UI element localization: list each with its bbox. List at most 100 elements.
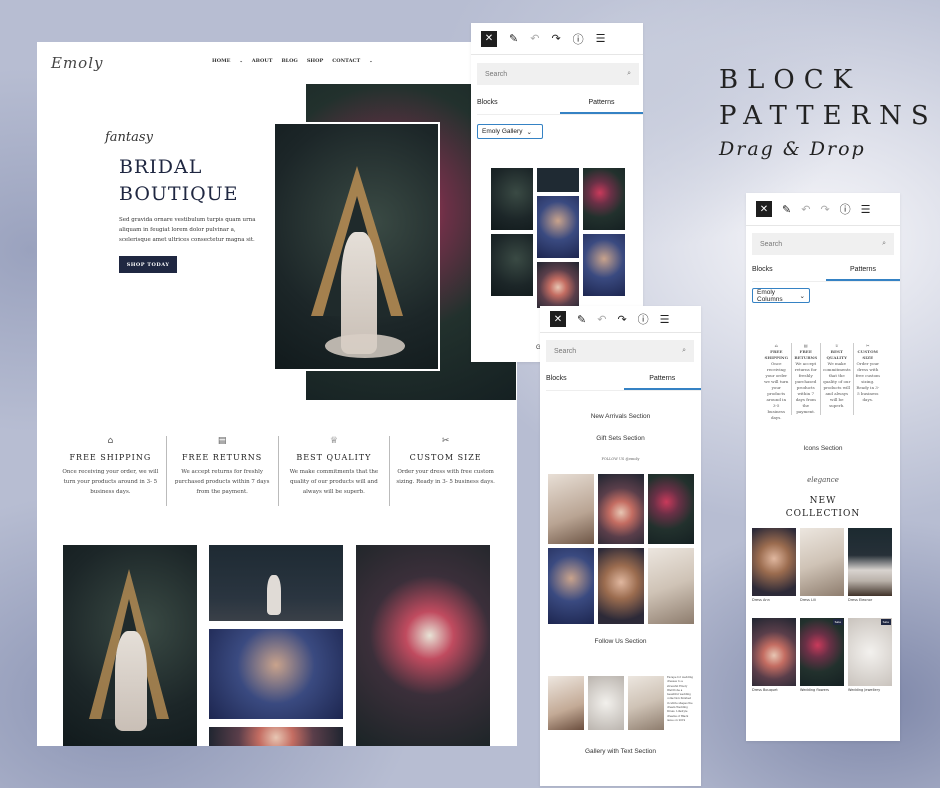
- search-icon: ⌕: [882, 240, 886, 247]
- inserter-tabs: Blocks Patterns: [546, 375, 701, 391]
- hero-main-image: [273, 122, 440, 371]
- feature-description: Order your dress with free custom sizing…: [396, 469, 495, 485]
- search-placeholder: Search: [760, 240, 783, 248]
- undo-icon[interactable]: ↶: [801, 203, 810, 216]
- feature-custom-size: ✂ CUSTOM SIZE Order your dress with free…: [390, 436, 501, 506]
- undo-icon[interactable]: ↶: [597, 313, 606, 326]
- icons-column-text: We accept returns for freshly purchased …: [794, 361, 817, 414]
- tab-patterns[interactable]: Patterns: [826, 266, 900, 281]
- list-view-icon[interactable]: ☰: [660, 313, 670, 326]
- tab-patterns[interactable]: Patterns: [560, 99, 643, 114]
- new-collection-pattern-preview[interactable]: Dress Ann Dress Lili Dress Eleonor Sale …: [752, 528, 898, 708]
- pattern-gift-sets[interactable]: Gift Sets Section: [540, 435, 701, 442]
- gallery-with-text-pattern-preview[interactable]: Escape for wedding dresses to a stressfu…: [548, 676, 694, 732]
- search-input[interactable]: Search ⌕: [752, 233, 894, 255]
- product-image: [752, 528, 796, 596]
- feature-free-shipping: ⌂ FREE SHIPPING Once receiving your orde…: [55, 436, 167, 506]
- redo-icon[interactable]: ↷: [551, 32, 560, 45]
- heading-line-1: BLOCK: [719, 65, 862, 95]
- box-icon: ▤: [217, 436, 227, 446]
- chevron-down-icon: ⌄: [239, 58, 243, 63]
- search-placeholder: Search: [485, 70, 508, 78]
- nav-contact[interactable]: CONTACT: [332, 58, 360, 64]
- follow-us-pattern-preview[interactable]: [548, 474, 694, 624]
- pencil-icon[interactable]: ✎: [782, 203, 791, 216]
- gallery-image-bouquet: [209, 629, 343, 719]
- trophy-icon: ♕: [329, 436, 338, 446]
- preview-image: [583, 168, 625, 230]
- nav-home[interactable]: HOME: [212, 58, 230, 64]
- sale-badge: Sale: [832, 619, 843, 625]
- icons-column: ✂ CUSTOM SIZE Order your dress with free…: [854, 343, 883, 415]
- tab-patterns[interactable]: Patterns: [623, 375, 701, 390]
- feature-title: BEST QUALITY: [296, 453, 372, 462]
- tab-blocks[interactable]: Blocks: [477, 99, 560, 114]
- preview-image: [491, 234, 533, 296]
- feature-description: We make commitments that the quality of …: [289, 469, 379, 495]
- redo-icon[interactable]: ↷: [617, 313, 626, 326]
- pattern-new-arrivals[interactable]: New Arrivals Section: [540, 413, 701, 420]
- chevron-down-icon: ⌄: [526, 128, 532, 136]
- preview-image: [537, 262, 579, 308]
- gallery-text: Escape for wedding dresses to a stressfu…: [667, 676, 694, 722]
- editor-toolbar: ✕ ✎ ↶ ↷ ⓘ ☰: [540, 306, 701, 333]
- icons-column-text: Once receiving your order we will turn y…: [764, 361, 789, 420]
- icons-column-title: FREE SHIPPING: [764, 349, 789, 360]
- tab-blocks[interactable]: Blocks: [752, 266, 826, 281]
- follow-us-caption: FOLLOW US @emoly: [601, 457, 640, 461]
- gallery-pattern-preview[interactable]: [491, 168, 629, 308]
- icons-column: ♕ BEST QUALITY We make commitments that …: [821, 343, 854, 415]
- icons-column: ⌂ FREE SHIPPING Once receiving your orde…: [762, 343, 792, 420]
- search-icon: ⌕: [627, 70, 631, 77]
- pattern-category-select[interactable]: Emoly Columns ⌄: [752, 288, 810, 303]
- preview-image: [583, 234, 625, 296]
- heading-line-2: PATTERNS: [719, 101, 938, 131]
- promo-heading: BLOCK PATTERNS Drag & Drop: [719, 62, 938, 160]
- product-image: Sale: [800, 618, 844, 686]
- feature-title: FREE RETURNS: [182, 453, 263, 462]
- pattern-follow-us[interactable]: Follow Us Section: [540, 638, 701, 645]
- gallery-image-flowers: [209, 727, 343, 746]
- icons-pattern-preview[interactable]: ⌂ FREE SHIPPING Once receiving your orde…: [762, 343, 883, 420]
- info-icon[interactable]: ⓘ: [638, 311, 649, 327]
- close-icon[interactable]: ✕: [481, 30, 497, 47]
- redo-icon[interactable]: ↷: [820, 203, 829, 216]
- list-view-icon[interactable]: ☰: [861, 203, 871, 216]
- product-image: [800, 528, 844, 596]
- icons-column-text: We make commitments that the quality of …: [823, 361, 851, 408]
- hero-title-line-1: BRIDAL: [119, 156, 203, 178]
- chevron-down-icon: ⌄: [799, 292, 805, 300]
- preview-image: [598, 474, 644, 544]
- pencil-icon[interactable]: ✎: [577, 313, 586, 326]
- block-patterns-panel-sections: ✕ ✎ ↶ ↷ ⓘ ☰ Search ⌕ Blocks Patterns New…: [540, 306, 701, 786]
- pattern-category-select[interactable]: Emoly Gallery ⌄: [477, 124, 543, 139]
- search-input[interactable]: Search ⌕: [546, 340, 694, 362]
- site-logo[interactable]: Emoly: [51, 54, 103, 72]
- editor-toolbar: ✕ ✎ ↶ ↷ ⓘ ☰: [746, 193, 900, 226]
- nav-blog[interactable]: BLOG: [281, 58, 297, 64]
- info-icon[interactable]: ⓘ: [840, 201, 851, 217]
- info-icon[interactable]: ⓘ: [573, 31, 584, 47]
- tab-blocks[interactable]: Blocks: [546, 375, 624, 390]
- pencil-icon[interactable]: ✎: [509, 32, 518, 45]
- preview-image: [548, 548, 594, 624]
- shop-today-button[interactable]: SHOP TODAY: [119, 256, 177, 273]
- heading-line-3: Drag & Drop: [719, 138, 866, 160]
- inserter-tabs: Blocks Patterns: [752, 266, 900, 282]
- preview-image: [537, 196, 579, 258]
- preview-image: [648, 474, 694, 544]
- preview-image: [537, 168, 579, 192]
- list-view-icon[interactable]: ☰: [596, 32, 606, 45]
- product-name: Wedding Jewellery: [848, 688, 881, 692]
- product-image: [752, 618, 796, 686]
- close-icon[interactable]: ✕: [756, 201, 772, 217]
- scissors-icon: ✂: [441, 436, 450, 446]
- gallery-image-castle: [209, 545, 343, 621]
- search-input[interactable]: Search ⌕: [477, 63, 639, 85]
- nav-about[interactable]: ABOUT: [252, 58, 273, 64]
- icons-column-title: FREE RETURNS: [794, 349, 818, 360]
- undo-icon[interactable]: ↶: [530, 32, 539, 45]
- pattern-gallery-with-text[interactable]: Gallery with Text Section: [540, 748, 701, 755]
- close-icon[interactable]: ✕: [550, 311, 566, 327]
- nav-shop[interactable]: SHOP: [307, 58, 323, 64]
